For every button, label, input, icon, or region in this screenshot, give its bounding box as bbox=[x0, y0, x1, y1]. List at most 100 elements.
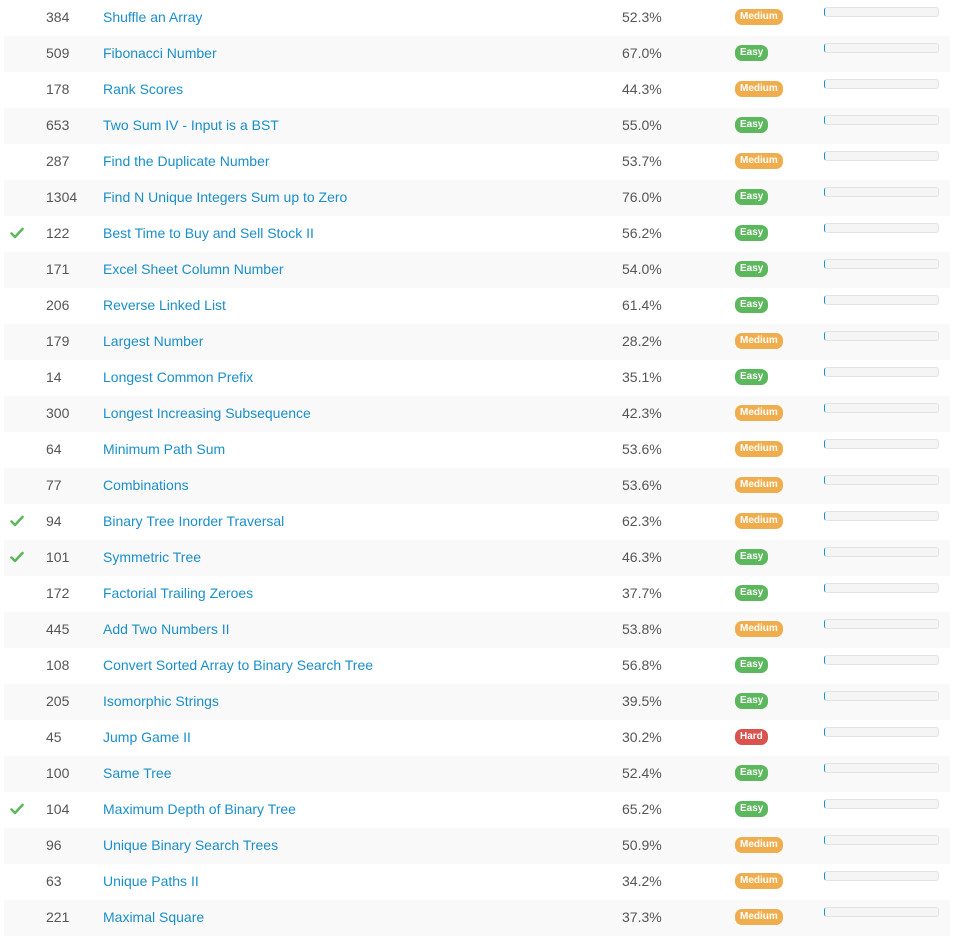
problem-title-link[interactable]: Rank Scores bbox=[103, 72, 183, 108]
problem-title-link[interactable]: Combinations bbox=[103, 468, 189, 504]
problem-title-link[interactable]: Two Sum IV - Input is a BST bbox=[103, 108, 279, 144]
problem-title-link[interactable]: Symmetric Tree bbox=[103, 540, 201, 576]
problem-title-link[interactable]: Minimum Path Sum bbox=[103, 432, 225, 468]
problem-title-link[interactable]: Maximum Depth of Binary Tree bbox=[103, 792, 296, 828]
problem-title-link[interactable]: Shuffle an Array bbox=[103, 0, 202, 36]
problem-title-link[interactable]: Longest Increasing Subsequence bbox=[103, 396, 311, 432]
problem-id: 221 bbox=[46, 909, 70, 925]
problem-title-link[interactable]: Same Tree bbox=[103, 756, 171, 792]
acceptance-rate: 62.3% bbox=[622, 513, 662, 529]
table-row: 63 Unique Paths II 34.2% Medium bbox=[4, 864, 950, 900]
difficulty-badge: Easy bbox=[735, 117, 769, 134]
difficulty-cell: Medium bbox=[735, 72, 783, 108]
frequency-bar bbox=[824, 259, 939, 269]
table-row: 509 Fibonacci Number 67.0% Easy bbox=[4, 36, 950, 72]
status-cell bbox=[10, 360, 30, 396]
difficulty-cell: Medium bbox=[735, 144, 783, 180]
frequency-bar bbox=[824, 655, 939, 665]
problem-title-link[interactable]: Excel Sheet Column Number bbox=[103, 252, 284, 288]
status-cell bbox=[10, 864, 30, 900]
difficulty-badge: Medium bbox=[735, 153, 783, 170]
acceptance-rate: 53.6% bbox=[622, 477, 662, 493]
status-cell bbox=[10, 540, 30, 576]
difficulty-badge: Medium bbox=[735, 873, 783, 890]
difficulty-badge: Medium bbox=[735, 9, 783, 26]
acceptance-rate: 44.3% bbox=[622, 81, 662, 97]
problem-title-link[interactable]: Factorial Trailing Zeroes bbox=[103, 576, 253, 612]
problem-title-link[interactable]: Unique Binary Search Trees bbox=[103, 828, 278, 864]
problem-id: 172 bbox=[46, 585, 70, 601]
problem-title-link[interactable]: Isomorphic Strings bbox=[103, 684, 219, 720]
difficulty-cell: Easy bbox=[735, 576, 769, 612]
check-icon bbox=[10, 551, 24, 563]
problem-id: 63 bbox=[46, 873, 62, 889]
difficulty-badge: Easy bbox=[735, 693, 769, 710]
frequency-bar bbox=[824, 223, 939, 233]
problem-id: 1304 bbox=[46, 189, 78, 205]
difficulty-badge: Medium bbox=[735, 909, 783, 926]
status-cell bbox=[10, 576, 30, 612]
check-icon bbox=[10, 803, 24, 815]
difficulty-badge: Medium bbox=[735, 837, 783, 854]
problem-title-link[interactable]: Longest Common Prefix bbox=[103, 360, 253, 396]
frequency-bar bbox=[824, 295, 939, 305]
difficulty-cell: Easy bbox=[735, 648, 769, 684]
problem-title-link[interactable]: Unique Paths II bbox=[103, 864, 199, 900]
table-row: 221 Maximal Square 37.3% Medium bbox=[4, 900, 950, 936]
difficulty-badge: Medium bbox=[735, 621, 783, 638]
problem-id: 178 bbox=[46, 81, 70, 97]
problem-id: 77 bbox=[46, 477, 62, 493]
check-icon bbox=[10, 515, 24, 527]
frequency-bar bbox=[824, 835, 939, 845]
problem-id: 104 bbox=[46, 801, 70, 817]
table-row: 108 Convert Sorted Array to Binary Searc… bbox=[4, 648, 950, 684]
difficulty-cell: Easy bbox=[735, 288, 769, 324]
problem-title-link[interactable]: Best Time to Buy and Sell Stock II bbox=[103, 216, 314, 252]
difficulty-cell: Easy bbox=[735, 684, 769, 720]
problem-title-link[interactable]: Reverse Linked List bbox=[103, 288, 226, 324]
difficulty-cell: Medium bbox=[735, 504, 783, 540]
frequency-bar bbox=[824, 439, 939, 449]
table-row: 101 Symmetric Tree 46.3% Easy bbox=[4, 540, 950, 576]
problem-title-link[interactable]: Binary Tree Inorder Traversal bbox=[103, 504, 284, 540]
acceptance-rate: 76.0% bbox=[622, 189, 662, 205]
acceptance-rate: 53.6% bbox=[622, 441, 662, 457]
problem-title-link[interactable]: Find N Unique Integers Sum up to Zero bbox=[103, 180, 347, 216]
problem-title-link[interactable]: Convert Sorted Array to Binary Search Tr… bbox=[103, 648, 373, 684]
table-row: 77 Combinations 53.6% Medium bbox=[4, 468, 950, 504]
frequency-bar bbox=[824, 871, 939, 881]
difficulty-cell: Easy bbox=[735, 108, 769, 144]
difficulty-cell: Medium bbox=[735, 432, 783, 468]
frequency-bar bbox=[824, 43, 939, 53]
frequency-bar bbox=[824, 763, 939, 773]
problem-title-link[interactable]: Largest Number bbox=[103, 324, 203, 360]
problem-title-link[interactable]: Add Two Numbers II bbox=[103, 612, 230, 648]
problem-title-link[interactable]: Fibonacci Number bbox=[103, 36, 217, 72]
table-row: 14 Longest Common Prefix 35.1% Easy bbox=[4, 360, 950, 396]
frequency-bar bbox=[824, 511, 939, 521]
acceptance-rate: 28.2% bbox=[622, 333, 662, 349]
problem-title-link[interactable]: Jump Game II bbox=[103, 720, 191, 756]
problem-id: 45 bbox=[46, 729, 62, 745]
status-cell bbox=[10, 792, 30, 828]
difficulty-cell: Medium bbox=[735, 900, 783, 936]
status-cell bbox=[10, 108, 30, 144]
difficulty-badge: Easy bbox=[735, 45, 769, 62]
problem-id: 653 bbox=[46, 117, 70, 133]
difficulty-badge: Easy bbox=[735, 657, 769, 674]
table-row: 64 Minimum Path Sum 53.6% Medium bbox=[4, 432, 950, 468]
acceptance-rate: 56.8% bbox=[622, 657, 662, 673]
difficulty-cell: Easy bbox=[735, 792, 769, 828]
acceptance-rate: 39.5% bbox=[622, 693, 662, 709]
difficulty-cell: Medium bbox=[735, 612, 783, 648]
status-cell bbox=[10, 324, 30, 360]
problem-title-link[interactable]: Maximal Square bbox=[103, 900, 204, 936]
check-icon bbox=[10, 227, 24, 239]
difficulty-badge: Easy bbox=[735, 765, 769, 782]
status-cell bbox=[10, 288, 30, 324]
acceptance-rate: 56.2% bbox=[622, 225, 662, 241]
acceptance-rate: 67.0% bbox=[622, 45, 662, 61]
acceptance-rate: 37.7% bbox=[622, 585, 662, 601]
problem-title-link[interactable]: Find the Duplicate Number bbox=[103, 144, 270, 180]
difficulty-cell: Easy bbox=[735, 36, 769, 72]
